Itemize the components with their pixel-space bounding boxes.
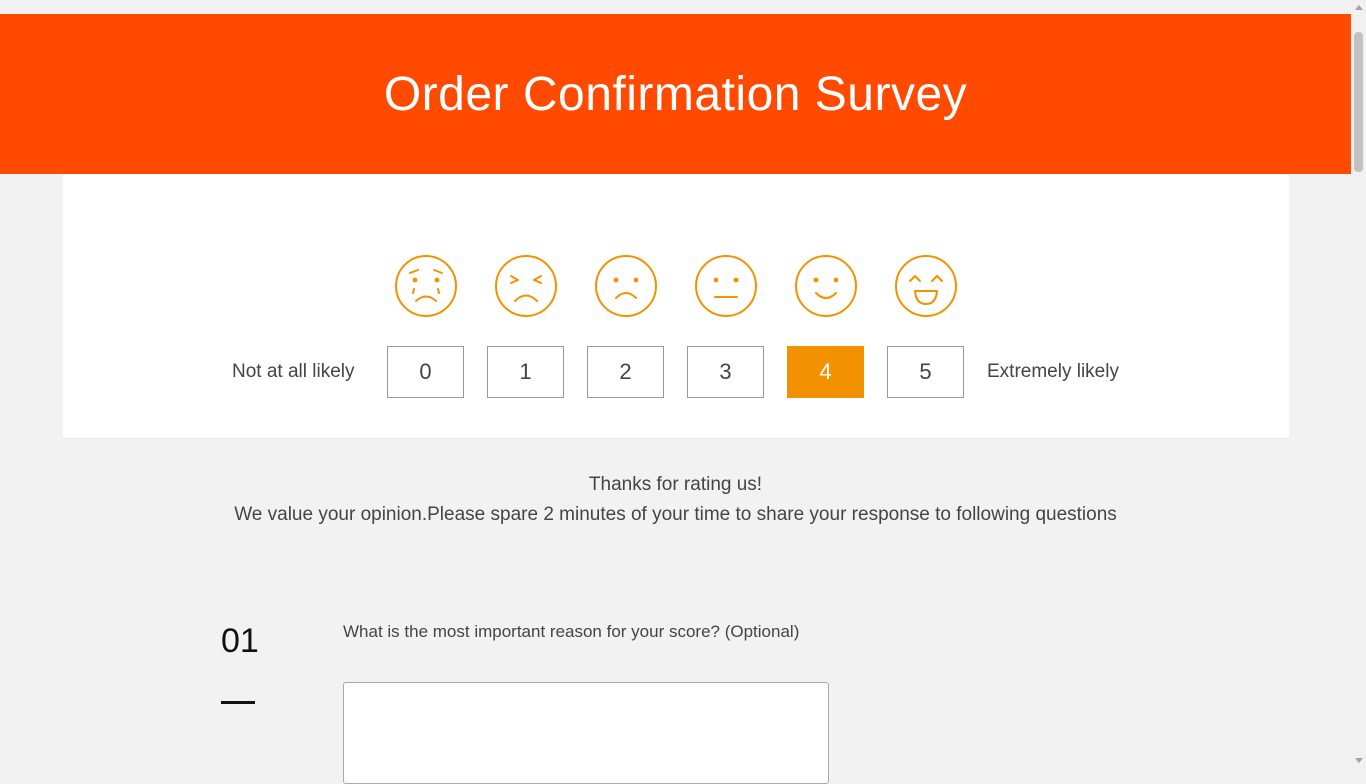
score-option-5[interactable]: 5 <box>887 346 964 398</box>
sad-face-icon <box>595 255 657 317</box>
question-divider <box>221 701 255 704</box>
rating-card: Not at all likely 0 1 2 3 4 5 Extremely … <box>63 174 1289 439</box>
question-text: What is the most important reason for yo… <box>343 622 800 641</box>
scroll-down-arrow-icon[interactable] <box>1355 758 1363 763</box>
squinting-sad-face-icon <box>495 255 557 317</box>
page-title: Order Confirmation Survey <box>383 67 968 121</box>
scroll-up-arrow-icon[interactable] <box>1355 5 1363 10</box>
neutral-face-icon <box>695 255 757 317</box>
score-option-1[interactable]: 1 <box>487 346 564 398</box>
score-option-4[interactable]: 4 <box>787 346 864 398</box>
thanks-heading: Thanks for rating us! <box>588 474 763 495</box>
rating-scale: Not at all likely 0 1 2 3 4 5 Extremely … <box>63 346 1289 398</box>
smiling-face-icon <box>795 255 857 317</box>
score-option-3[interactable]: 3 <box>687 346 764 398</box>
reason-textarea[interactable] <box>343 682 829 784</box>
scale-min-label: Not at all likely <box>232 361 355 382</box>
crying-face-icon <box>395 255 457 317</box>
survey-header: Order Confirmation Survey <box>0 14 1351 174</box>
top-strip <box>0 0 1351 14</box>
scale-max-label: Extremely likely <box>987 361 1119 382</box>
question-number: 01 <box>221 622 259 660</box>
thanks-message: Thanks for rating us! We value your opin… <box>0 470 1351 530</box>
thanks-subtext: We value your opinion.Please spare 2 min… <box>234 504 1117 525</box>
laughing-face-icon <box>895 255 957 317</box>
score-option-2[interactable]: 2 <box>587 346 664 398</box>
smiley-row <box>63 254 1289 318</box>
score-option-0[interactable]: 0 <box>387 346 464 398</box>
scrollbar-thumb[interactable] <box>1354 32 1363 172</box>
scrollbar[interactable] <box>1351 0 1366 768</box>
